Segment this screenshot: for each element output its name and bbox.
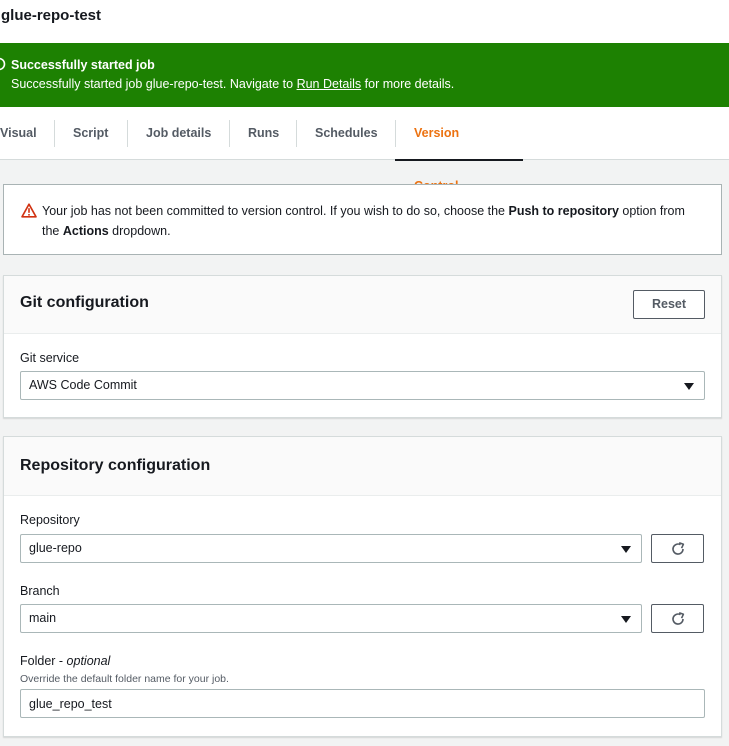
flash-message-suffix: for more details. [361, 77, 455, 91]
repository-configuration-header: Repository configuration [4, 437, 721, 496]
tab-version-control[interactable]: Version Control [395, 107, 523, 193]
git-service-label: Git service [20, 351, 80, 365]
alert-bold-actions: Actions [62, 224, 109, 238]
tab-job-details[interactable]: Job details [127, 107, 230, 160]
branch-label: Branch [20, 584, 60, 598]
success-flashbar: Successfully started job Successfully st… [0, 43, 729, 107]
page-header: glue-repo-test [0, 0, 729, 43]
alert-text: Your job has not been committed to versi… [42, 201, 702, 241]
run-details-link[interactable]: Run Details [297, 77, 362, 91]
refresh-icon [672, 542, 685, 555]
warning-alert: Your job has not been committed to versi… [3, 184, 722, 255]
alert-bold-push: Push to repository [508, 204, 619, 218]
git-configuration-panel: Git configuration Reset Git service AWS … [3, 275, 722, 418]
folder-optional-text: optional [66, 654, 111, 668]
folder-input[interactable] [20, 689, 705, 718]
alert-text-1: Your job has not been committed to versi… [42, 204, 509, 218]
refresh-icon [672, 612, 685, 625]
repository-configuration-panel: Repository configuration Repository glue… [3, 436, 722, 737]
flash-message: Successfully started job glue-repo-test.… [11, 77, 454, 91]
caret-down-icon [621, 546, 631, 553]
git-service-select[interactable]: AWS Code Commit [20, 371, 705, 400]
repository-refresh-button[interactable] [651, 534, 704, 563]
repository-value: glue-repo [29, 541, 82, 555]
success-icon [0, 57, 6, 71]
git-configuration-header: Git configuration Reset [4, 276, 721, 334]
caret-down-icon [684, 383, 694, 390]
repository-configuration-title: Repository configuration [20, 457, 211, 474]
tab-schedules[interactable]: Schedules [296, 107, 397, 160]
alert-text-3: dropdown. [108, 224, 171, 238]
git-configuration-title: Git configuration [20, 294, 149, 311]
flash-title: Successfully started job [11, 58, 155, 72]
git-service-value: AWS Code Commit [29, 378, 137, 392]
warning-icon [21, 203, 37, 218]
reset-button[interactable]: Reset [633, 290, 705, 319]
folder-description: Override the default folder name for you… [20, 673, 229, 685]
tab-script[interactable]: Script [54, 107, 127, 160]
repository-label: Repository [20, 513, 80, 527]
branch-value: main [29, 611, 57, 625]
branch-refresh-button[interactable] [651, 604, 704, 633]
caret-down-icon [621, 616, 631, 623]
job-tabs: Visual Script Job details Runs Schedules… [0, 107, 729, 193]
job-title: glue-repo-test [1, 7, 102, 24]
folder-label: Folder - optional [20, 654, 110, 668]
tab-visual[interactable]: Visual [0, 107, 56, 160]
flash-message-prefix: Successfully started job glue-repo-test.… [11, 77, 297, 91]
repository-select[interactable]: glue-repo [20, 534, 642, 563]
branch-select[interactable]: main [20, 604, 642, 633]
tab-runs[interactable]: Runs [229, 107, 298, 160]
folder-label-text: Folder - [20, 654, 67, 668]
